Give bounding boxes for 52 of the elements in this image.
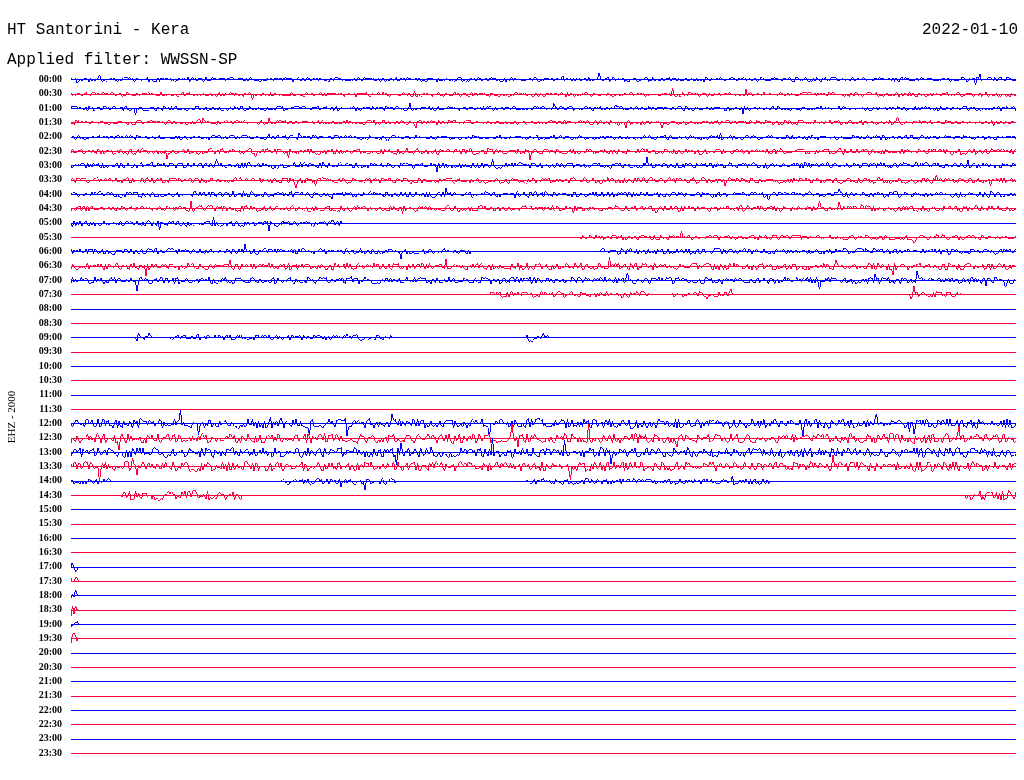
time-label: 21:00 xyxy=(38,675,62,686)
time-label: 10:00 xyxy=(38,360,62,371)
time-label: 05:30 xyxy=(38,231,62,242)
time-label: 14:00 xyxy=(38,475,62,486)
time-label: 01:30 xyxy=(38,117,62,128)
time-label: 11:30 xyxy=(39,403,62,414)
time-label: 02:30 xyxy=(38,145,62,156)
time-label: 09:30 xyxy=(38,346,62,357)
time-label: 06:00 xyxy=(38,246,62,257)
time-label: 03:00 xyxy=(38,160,62,171)
time-label: 05:00 xyxy=(38,217,62,228)
time-label: 22:30 xyxy=(38,718,62,729)
time-label: 23:30 xyxy=(38,747,62,758)
time-label: 06:30 xyxy=(38,260,62,271)
station-title: HT Santorini - Kera xyxy=(7,20,191,41)
time-label: 23:00 xyxy=(38,733,62,744)
filter-label: Applied filter: WWSSN-SP xyxy=(7,50,238,71)
time-label: 17:00 xyxy=(38,561,62,572)
time-label: 20:00 xyxy=(38,647,62,658)
time-label: 07:00 xyxy=(38,274,62,285)
channel-label: EHZ - 2000 xyxy=(3,389,18,444)
time-label: 17:30 xyxy=(38,575,62,586)
time-label: 00:30 xyxy=(38,88,62,99)
time-label: 12:30 xyxy=(38,432,62,443)
date-label: 2022-01-10 xyxy=(922,20,1018,41)
time-label: 07:30 xyxy=(38,289,62,300)
time-label: 04:30 xyxy=(38,203,62,214)
time-label: 18:30 xyxy=(38,604,62,615)
time-label: 16:00 xyxy=(38,532,62,543)
time-label: 08:00 xyxy=(38,303,62,314)
time-label: 02:00 xyxy=(38,131,62,142)
time-label: 15:00 xyxy=(38,504,62,514)
time-label: 22:00 xyxy=(38,704,62,715)
time-label: 12:00 xyxy=(38,418,62,429)
time-label: 03:30 xyxy=(38,174,62,185)
time-label: 13:00 xyxy=(38,446,62,457)
time-label: 20:30 xyxy=(38,661,62,672)
time-label: 11:00 xyxy=(39,389,62,400)
time-label: 14:30 xyxy=(38,489,62,500)
time-label: 21:30 xyxy=(38,690,62,701)
time-label: 04:00 xyxy=(38,188,62,199)
time-label: 15:30 xyxy=(38,518,62,529)
time-label: 00:00 xyxy=(38,74,62,85)
time-label: 16:30 xyxy=(38,547,62,557)
time-label: 10:30 xyxy=(38,375,62,386)
time-label: 01:00 xyxy=(38,102,62,113)
time-label: 18:00 xyxy=(38,589,62,600)
time-label: 19:00 xyxy=(38,618,62,629)
time-label: 09:00 xyxy=(38,332,62,343)
time-label: 08:30 xyxy=(38,317,62,328)
time-label: 13:30 xyxy=(38,461,62,471)
time-label: 19:30 xyxy=(38,632,62,643)
